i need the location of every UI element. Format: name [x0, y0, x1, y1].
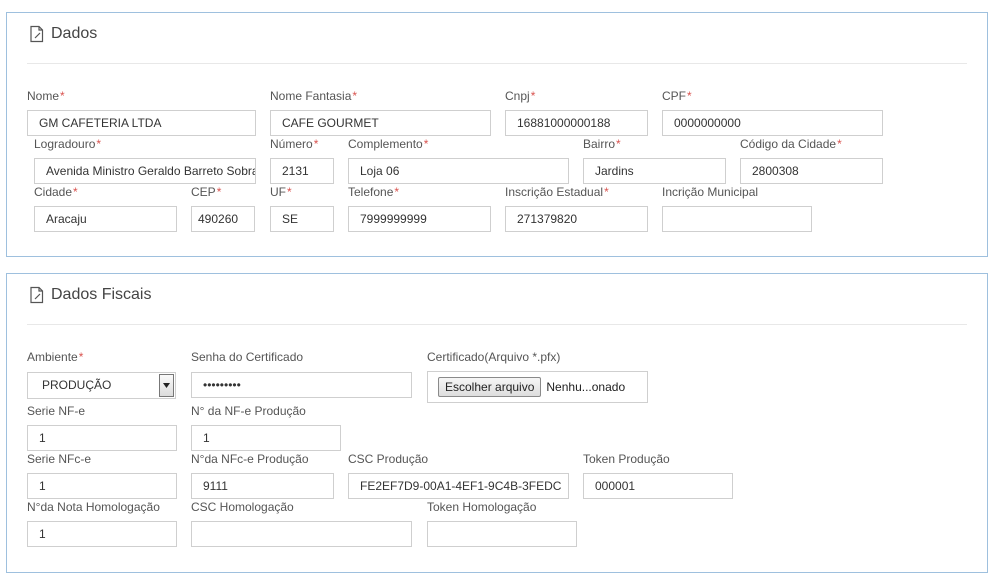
dados-panel: Dados Nome* GM CAFETERIA LTDA Nome Fanta…: [6, 12, 988, 257]
n-nota-homologacao-label: N°da Nota Homologação: [27, 500, 160, 514]
dados-title: Dados: [51, 25, 98, 42]
n-nfe-producao-field[interactable]: 1: [191, 425, 341, 451]
serie-nfce-label: Serie NFc-e: [27, 452, 92, 466]
divider: [27, 63, 967, 64]
inscricao-estadual-label: Inscrição Estadual*: [505, 185, 609, 199]
complemento-label: Complemento*: [348, 137, 429, 151]
ambiente-select[interactable]: PRODUÇÃO: [27, 372, 176, 399]
cnpj-field[interactable]: 16881000000188: [505, 110, 648, 136]
csc-producao-label: CSC Produção: [348, 452, 429, 466]
senha-certificado-label: Senha do Certificado: [191, 350, 304, 364]
numero-label: Número*: [270, 137, 319, 151]
codigo-cidade-field[interactable]: 2800308: [740, 158, 883, 184]
dados-panel-title: Dados: [29, 25, 97, 43]
cidade-label: Cidade*: [34, 185, 78, 199]
cep-label: CEP*: [191, 185, 222, 199]
token-producao-label: Token Produção: [583, 452, 670, 466]
document-edit-icon: [29, 25, 45, 43]
nome-fantasia-field[interactable]: CAFE GOURMET: [270, 110, 491, 136]
ambiente-label: Ambiente*: [27, 350, 84, 364]
n-nfce-producao-label: N°da NFc-e Produção: [191, 452, 309, 466]
cidade-field[interactable]: Aracaju: [34, 206, 177, 232]
senha-certificado-field[interactable]: •••••••••: [191, 372, 412, 398]
document-edit-icon: [29, 286, 45, 304]
uf-field[interactable]: SE: [270, 206, 334, 232]
token-homologacao-label: Token Homologação: [427, 500, 537, 514]
token-homologacao-field[interactable]: [427, 521, 577, 547]
csc-homologacao-field[interactable]: [191, 521, 412, 547]
inscricao-municipal-label: Incrição Municipal: [662, 185, 759, 199]
nome-fantasia-label: Nome Fantasia*: [270, 89, 358, 103]
n-nota-homologacao-field[interactable]: 1: [27, 521, 177, 547]
uf-label: UF*: [270, 185, 292, 199]
telefone-field[interactable]: 7999999999: [348, 206, 491, 232]
ambiente-select-value: PRODUÇÃO: [42, 378, 112, 392]
divider: [27, 324, 967, 325]
nome-field[interactable]: GM CAFETERIA LTDA: [27, 110, 256, 136]
certificado-file-input[interactable]: Escolher arquivo Nenhu...onado: [427, 371, 648, 403]
numero-field[interactable]: 2131: [270, 158, 334, 184]
file-status-text: Nenhu...onado: [546, 380, 626, 394]
csc-homologacao-label: CSC Homologação: [191, 500, 294, 514]
csc-producao-field[interactable]: FE2EF7D9-00A1-4EF1-9C4B-3FEDC: [348, 473, 569, 499]
cpf-label: CPF*: [662, 89, 692, 103]
token-producao-field[interactable]: 000001: [583, 473, 733, 499]
nome-label: Nome*: [27, 89, 65, 103]
serie-nfe-label: Serie NF-e: [27, 404, 86, 418]
logradouro-label: Logradouro*: [34, 137, 102, 151]
dados-fiscais-panel: Dados Fiscais Ambiente* PRODUÇÃO Senha d…: [6, 273, 988, 573]
inscricao-estadual-field[interactable]: 271379820: [505, 206, 648, 232]
cnpj-label: Cnpj*: [505, 89, 536, 103]
bairro-label: Bairro*: [583, 137, 621, 151]
cpf-field[interactable]: 0000000000: [662, 110, 883, 136]
complemento-field[interactable]: Loja 06: [348, 158, 569, 184]
cep-field[interactable]: 490260: [191, 206, 255, 232]
telefone-label: Telefone*: [348, 185, 400, 199]
certificado-label: Certificado(Arquivo *.pfx): [427, 350, 561, 364]
serie-nfe-field[interactable]: 1: [27, 425, 177, 451]
chevron-down-icon[interactable]: [159, 374, 174, 397]
n-nfce-producao-field[interactable]: 9111: [191, 473, 334, 499]
bairro-field[interactable]: Jardins: [583, 158, 726, 184]
dados-fiscais-title: Dados Fiscais: [51, 286, 152, 303]
logradouro-field[interactable]: Avenida Ministro Geraldo Barreto Sobral: [34, 158, 256, 184]
codigo-cidade-label: Código da Cidade*: [740, 137, 842, 151]
dados-fiscais-panel-title: Dados Fiscais: [29, 286, 151, 304]
n-nfe-producao-label: N° da NF-e Produção: [191, 404, 306, 418]
choose-file-button[interactable]: Escolher arquivo: [438, 377, 542, 397]
inscricao-municipal-field[interactable]: [662, 206, 812, 232]
serie-nfce-field[interactable]: 1: [27, 473, 177, 499]
